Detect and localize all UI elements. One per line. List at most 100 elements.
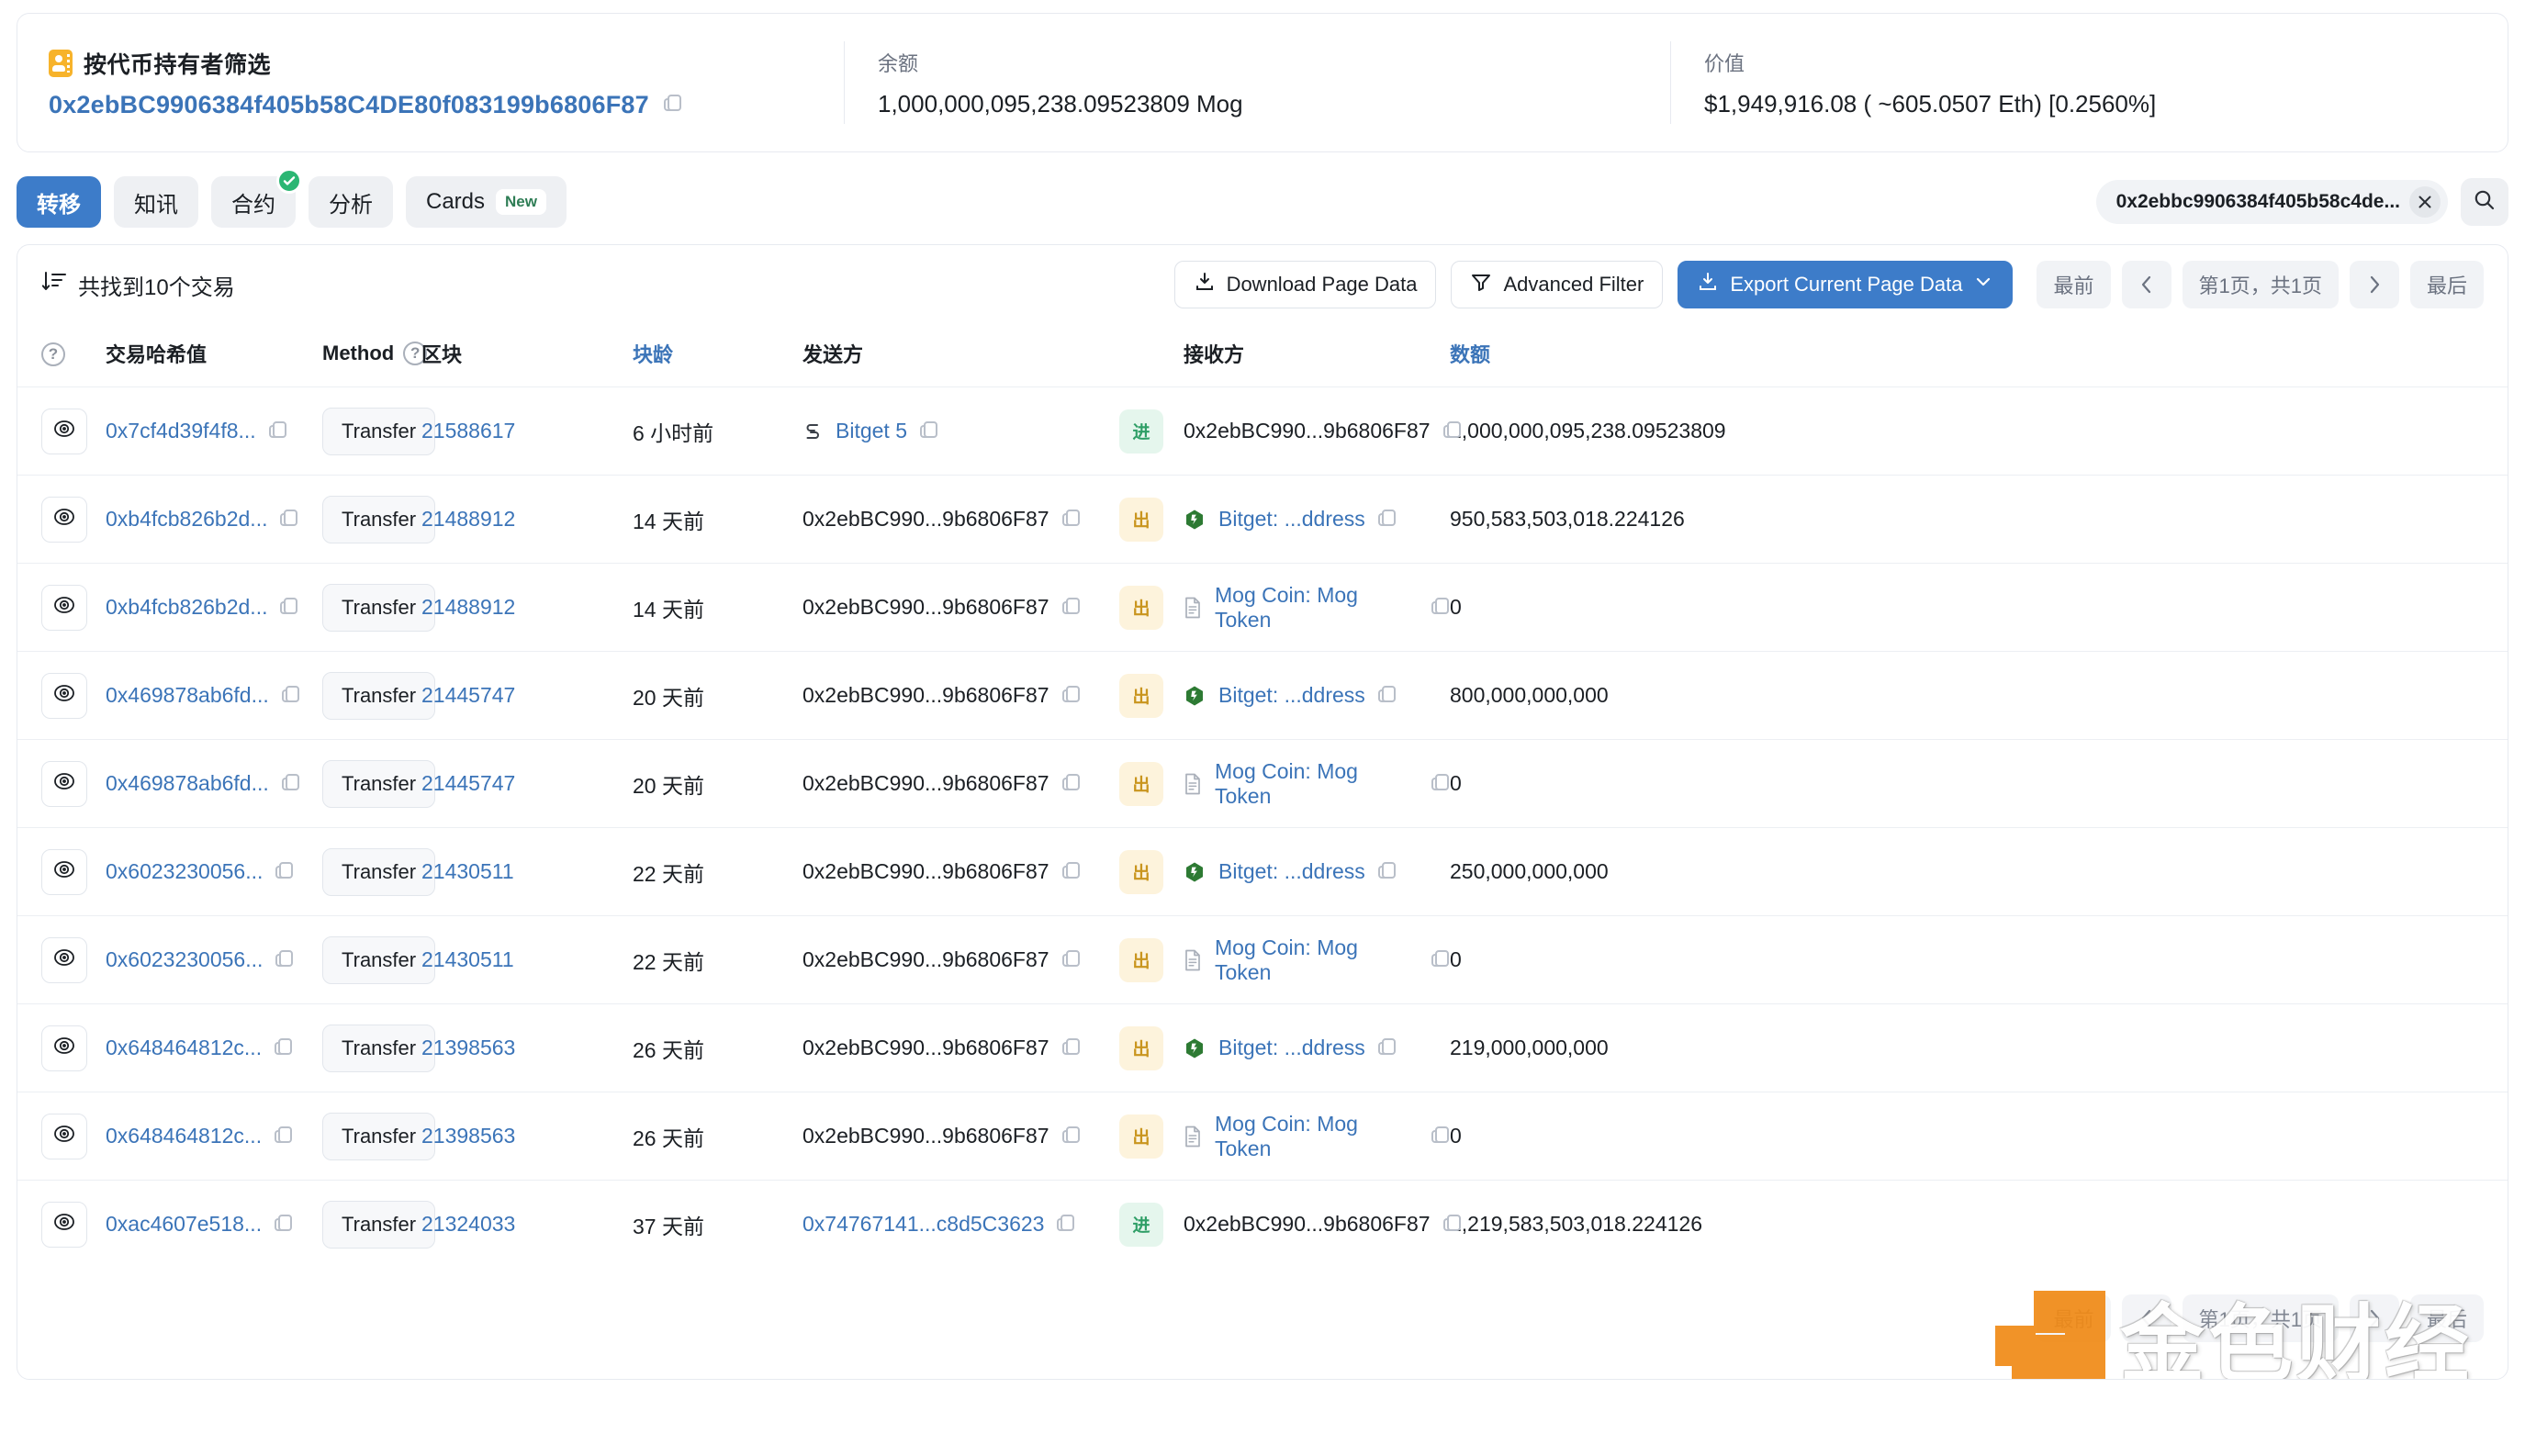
copy-icon[interactable] [1061,597,1081,618]
copy-icon[interactable] [1061,773,1081,794]
copy-icon[interactable] [275,1214,293,1235]
view-details-button[interactable] [41,1113,87,1159]
sort-descending-icon[interactable] [41,270,67,300]
method-badge[interactable]: Transfer [322,847,436,896]
transaction-hash-link[interactable]: 0xb4fcb826b2d... [106,507,267,532]
method-badge[interactable]: Transfer [322,759,436,808]
to-address[interactable]: Bitget: ...ddress [1218,1036,1365,1060]
block-link[interactable]: 21324033 [421,1212,515,1236]
from-address[interactable]: 0x74767141...c8d5C3623 [802,1212,1044,1237]
pagination-prev-button-bottom[interactable] [2121,1294,2172,1342]
method-badge[interactable]: Transfer [322,1024,436,1072]
tab-info[interactable]: 知讯 [114,176,198,228]
column-hash[interactable]: 交易哈希值 [106,324,322,387]
copy-icon[interactable] [281,773,300,794]
holder-address-link[interactable]: 0x2ebBC9906384f405b58C4DE80f083199b6806F… [49,91,649,119]
from-address[interactable]: Bitget 5 [836,419,907,443]
view-details-button[interactable] [41,672,87,719]
transaction-hash-link[interactable]: 0x469878ab6fd... [106,771,269,796]
method-badge[interactable]: Transfer [322,935,436,984]
method-badge[interactable]: Transfer [322,1112,436,1160]
transaction-hash-link[interactable]: 0x6023230056... [106,947,263,972]
copy-icon[interactable] [280,509,298,530]
block-link[interactable]: 21398563 [421,1036,515,1059]
copy-icon[interactable] [280,597,298,618]
copy-icon[interactable] [275,1126,293,1147]
pagination-next-button[interactable] [2349,261,2399,308]
method-badge[interactable]: Transfer [322,583,436,632]
view-details-button[interactable] [41,1201,87,1248]
block-link[interactable]: 21430511 [421,859,514,883]
view-details-button[interactable] [41,1025,87,1071]
copy-icon[interactable] [1442,1214,1462,1235]
to-address[interactable]: Bitget: ...ddress [1218,859,1365,884]
copy-icon[interactable] [1377,685,1397,706]
method-badge[interactable]: Transfer [322,671,436,720]
search-input-value[interactable]: 0x2ebbc9906384f405b58c4de... [2116,191,2400,213]
copy-icon[interactable] [281,685,300,706]
pagination-last-button[interactable]: 最后 [2409,261,2484,308]
copy-icon[interactable] [1377,861,1397,882]
copy-icon[interactable] [1431,949,1450,970]
close-icon[interactable] [2409,186,2441,218]
copy-icon[interactable] [275,1037,293,1058]
view-details-button[interactable] [41,408,87,454]
advanced-filter-button[interactable]: Advanced Filter [1451,261,1664,308]
block-link[interactable]: 21488912 [421,595,515,619]
transaction-hash-link[interactable]: 0xac4607e518... [106,1212,262,1237]
pagination-first-button[interactable]: 最前 [2037,261,2111,308]
copy-icon[interactable] [1431,773,1450,794]
tab-contract[interactable]: 合约 [211,168,302,228]
to-address[interactable]: Bitget: ...ddress [1218,507,1365,532]
block-link[interactable]: 21488912 [421,507,515,531]
tab-cards[interactable]: Cards New [406,176,567,228]
to-address[interactable]: Mog Coin: Mog Token [1215,759,1419,809]
method-badge[interactable]: Transfer [322,495,436,543]
copy-icon[interactable] [1377,509,1397,530]
view-details-button[interactable] [41,848,87,895]
copy-icon[interactable] [1061,509,1081,530]
help-icon[interactable]: ? [41,342,65,366]
pagination-first-button-bottom[interactable]: 最前 [2037,1294,2111,1342]
pagination-next-button-bottom[interactable] [2349,1294,2399,1342]
pagination-prev-button[interactable] [2121,261,2172,308]
transaction-hash-link[interactable]: 0x648464812c... [106,1036,262,1060]
pagination-last-button-bottom[interactable]: 最后 [2409,1294,2484,1342]
method-badge[interactable]: Transfer [322,407,436,455]
copy-icon[interactable] [1431,597,1450,618]
copy-icon[interactable] [1061,861,1081,882]
copy-icon[interactable] [920,420,938,442]
copy-icon[interactable] [1061,1037,1081,1058]
tab-transfers[interactable]: 转移 [17,176,101,228]
view-details-button[interactable] [41,760,87,807]
copy-icon[interactable] [1061,1126,1081,1147]
copy-icon[interactable] [1061,685,1081,706]
transaction-hash-link[interactable]: 0xb4fcb826b2d... [106,595,267,620]
tab-analytics[interactable]: 分析 [309,176,393,228]
to-address[interactable]: Bitget: ...ddress [1218,683,1365,708]
copy-icon[interactable] [1442,420,1462,442]
method-badge[interactable]: Transfer [322,1200,436,1249]
copy-icon[interactable] [1057,1214,1075,1235]
column-amount[interactable]: 数额 [1450,324,2508,387]
block-link[interactable]: 21588617 [421,419,515,442]
copy-icon[interactable] [275,949,294,970]
to-address[interactable]: Mog Coin: Mog Token [1215,583,1419,633]
transaction-hash-link[interactable]: 0x6023230056... [106,859,263,884]
column-age[interactable]: 块龄 [633,324,802,387]
to-address[interactable]: Mog Coin: Mog Token [1215,935,1419,985]
copy-icon[interactable] [1431,1126,1450,1147]
export-current-page-data-button[interactable]: Export Current Page Data [1678,261,2014,308]
search-filter-pill[interactable]: 0x2ebbc9906384f405b58c4de... [2095,180,2448,224]
transaction-hash-link[interactable]: 0x469878ab6fd... [106,683,269,708]
download-page-data-button[interactable]: Download Page Data [1173,261,1437,308]
view-details-button[interactable] [41,584,87,631]
view-details-button[interactable] [41,936,87,983]
transaction-hash-link[interactable]: 0x648464812c... [106,1124,262,1148]
block-link[interactable]: 21445747 [421,771,515,795]
column-block[interactable]: 区块 [421,324,633,387]
block-link[interactable]: 21398563 [421,1124,515,1148]
block-link[interactable]: 21430511 [421,947,514,971]
view-details-button[interactable] [41,496,87,543]
to-address[interactable]: Mog Coin: Mog Token [1215,1112,1419,1161]
